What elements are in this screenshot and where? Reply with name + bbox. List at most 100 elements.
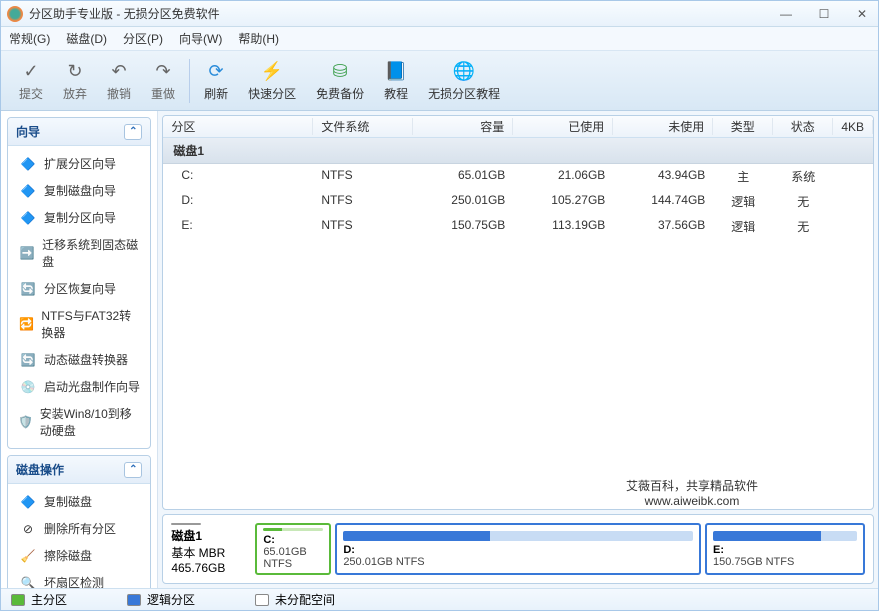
legend-logical: 逻辑分区 [127, 591, 195, 608]
table-row[interactable]: C:NTFS65.01GB21.06GB43.94GB主系统 [163, 164, 873, 189]
col-partition[interactable]: 分区 [163, 118, 313, 135]
backup-button[interactable]: ⛁免费备份 [306, 55, 374, 106]
usage-bar [343, 531, 693, 541]
minimize-button[interactable]: — [776, 7, 796, 21]
wizard-panel: 向导⌃ 🔷扩展分区向导🔷复制磁盘向导🔷复制分区向导➡️迁移系统到固态磁盘🔄分区恢… [7, 117, 151, 449]
wizard-panel-title: 向导 [16, 123, 40, 140]
window-title: 分区助手专业版 - 无损分区免费软件 [29, 5, 776, 22]
maximize-button[interactable]: ☐ [814, 7, 834, 21]
col-type[interactable]: 类型 [713, 118, 773, 135]
wizard-icon: 🔷 [18, 210, 38, 226]
wizard-icon: 🔄 [18, 281, 38, 297]
menu-wizard[interactable]: 向导(W) [179, 30, 222, 47]
undo-icon: ↶ [107, 59, 131, 83]
wizard-icon: 💿 [18, 379, 38, 395]
col-capacity[interactable]: 容量 [413, 118, 513, 135]
discard-icon: ↻ [63, 59, 87, 83]
wizard-item-label: 复制磁盘向导 [44, 182, 116, 199]
col-filesystem[interactable]: 文件系统 [313, 118, 413, 135]
diskop-icon: 🔷 [18, 494, 38, 510]
commit-button[interactable]: ✓提交 [9, 55, 53, 106]
disk-map: 磁盘1 基本 MBR 465.76GB C: 65.01GB NTFS D: 2… [162, 514, 874, 584]
tutorial-button[interactable]: 📘教程 [374, 55, 418, 106]
diskop-item[interactable]: 🧹擦除磁盘 [10, 542, 148, 569]
refresh-button[interactable]: ⟳刷新 [194, 55, 238, 106]
wizard-icon: 🔷 [18, 183, 38, 199]
diskops-panel: 磁盘操作⌃ 🔷复制磁盘⊘删除所有分区🧹擦除磁盘🔍坏扇区检测🔄转换到GPT磁盘🔧重… [7, 455, 151, 588]
quick-partition-button[interactable]: ⚡快速分区 [238, 55, 306, 106]
col-used[interactable]: 已使用 [513, 118, 613, 135]
wizard-icon: 🔄 [18, 352, 38, 368]
wizard-icon: ➡️ [18, 245, 36, 261]
wizard-item[interactable]: 💿启动光盘制作向导 [10, 373, 148, 400]
usage-bar [713, 531, 857, 541]
undo-button[interactable]: ↶撤销 [97, 55, 141, 106]
diskop-icon: 🔍 [18, 575, 38, 589]
menu-help[interactable]: 帮助(H) [238, 30, 279, 47]
collapse-icon[interactable]: ⌃ [124, 462, 142, 478]
collapse-icon[interactable]: ⌃ [124, 124, 142, 140]
wizard-item-label: 复制分区向导 [44, 209, 116, 226]
diskop-item-label: 删除所有分区 [44, 520, 116, 537]
content-area: 分区 文件系统 容量 已使用 未使用 类型 状态 4KB 磁盘1 C:NTFS6… [158, 111, 878, 588]
discard-button[interactable]: ↻放弃 [53, 55, 97, 106]
col-4kb[interactable]: 4KB [833, 120, 873, 134]
sidebar: 向导⌃ 🔷扩展分区向导🔷复制磁盘向导🔷复制分区向导➡️迁移系统到固态磁盘🔄分区恢… [1, 111, 158, 588]
refresh-icon: ⟳ [204, 59, 228, 83]
backup-icon: ⛁ [328, 59, 352, 83]
menu-partition[interactable]: 分区(P) [123, 30, 163, 47]
lossless-tutorial-button[interactable]: 🌐无损分区教程 [418, 55, 510, 106]
disk-info[interactable]: 磁盘1 基本 MBR 465.76GB [171, 523, 251, 575]
usage-bar [263, 528, 323, 531]
wizard-item[interactable]: 🔷 复制分区向导 [10, 204, 148, 231]
wizard-icon: 🔁 [18, 316, 35, 332]
wizard-item-label: NTFS与FAT32转换器 [41, 307, 140, 341]
partition-d[interactable]: D: 250.01GB NTFS [335, 523, 701, 575]
app-icon [7, 6, 23, 22]
diskop-item[interactable]: 🔷复制磁盘 [10, 488, 148, 515]
wizard-icon: 🔷 [18, 156, 38, 172]
globe-icon: 🌐 [452, 59, 476, 83]
close-button[interactable]: ✕ [852, 7, 872, 21]
wizard-item[interactable]: 🔁 NTFS与FAT32转换器 [10, 302, 148, 346]
diskop-item[interactable]: ⊘ 删除所有分区 [10, 515, 148, 542]
partition-e[interactable]: E: 150.75GB NTFS [705, 523, 865, 575]
wizard-item-label: 分区恢复向导 [44, 280, 116, 297]
lightning-icon: ⚡ [260, 59, 284, 83]
table-row[interactable]: E:NTFS150.75GB113.19GB37.56GB逻辑无 [163, 214, 873, 239]
legend-unallocated: 未分配空间 [255, 591, 335, 608]
wizard-item[interactable]: 🔷 复制磁盘向导 [10, 177, 148, 204]
diskop-icon: ⊘ [18, 521, 38, 537]
wizard-item[interactable]: 🔄动态磁盘转换器 [10, 346, 148, 373]
disk-header[interactable]: 磁盘1 [163, 138, 873, 164]
wizard-item[interactable]: 🔄 分区恢复向导 [10, 275, 148, 302]
wizard-item-label: 迁移系统到固态磁盘 [42, 236, 140, 270]
wizard-item[interactable]: 🛡️安装Win8/10到移动硬盘 [10, 400, 148, 444]
check-icon: ✓ [19, 59, 43, 83]
book-icon: 📘 [384, 59, 408, 83]
titlebar: 分区助手专业版 - 无损分区免费软件 — ☐ ✕ [1, 1, 878, 27]
wizard-item[interactable]: ➡️ 迁移系统到固态磁盘 [10, 231, 148, 275]
wizard-item-label: 安装Win8/10到移动硬盘 [40, 405, 141, 439]
menu-general[interactable]: 常规(G) [9, 30, 50, 47]
menubar: 常规(G) 磁盘(D) 分区(P) 向导(W) 帮助(H) [1, 27, 878, 51]
diskops-panel-title: 磁盘操作 [16, 461, 64, 478]
partition-table: 分区 文件系统 容量 已使用 未使用 类型 状态 4KB 磁盘1 C:NTFS6… [162, 115, 874, 510]
diskop-item[interactable]: 🔍 坏扇区检测 [10, 569, 148, 588]
wizard-item[interactable]: 🔷扩展分区向导 [10, 150, 148, 177]
menu-disk[interactable]: 磁盘(D) [66, 30, 107, 47]
disk-icon [171, 523, 201, 525]
table-row[interactable]: D:NTFS250.01GB105.27GB144.74GB逻辑无 [163, 189, 873, 214]
table-header: 分区 文件系统 容量 已使用 未使用 类型 状态 4KB [163, 116, 873, 138]
toolbar-separator [189, 59, 190, 103]
legend-bar: 主分区 逻辑分区 未分配空间 [1, 588, 878, 610]
partition-c[interactable]: C: 65.01GB NTFS [255, 523, 331, 575]
redo-icon: ↷ [151, 59, 175, 83]
toolbar: ✓提交 ↻放弃 ↶撤销 ↷重做 ⟳刷新 ⚡快速分区 ⛁免费备份 📘教程 🌐无损分… [1, 51, 878, 111]
diskop-item-label: 坏扇区检测 [44, 574, 104, 588]
redo-button[interactable]: ↷重做 [141, 55, 185, 106]
col-free[interactable]: 未使用 [613, 118, 713, 135]
diskop-icon: 🧹 [18, 548, 38, 564]
col-status[interactable]: 状态 [773, 118, 833, 135]
legend-primary: 主分区 [11, 591, 67, 608]
